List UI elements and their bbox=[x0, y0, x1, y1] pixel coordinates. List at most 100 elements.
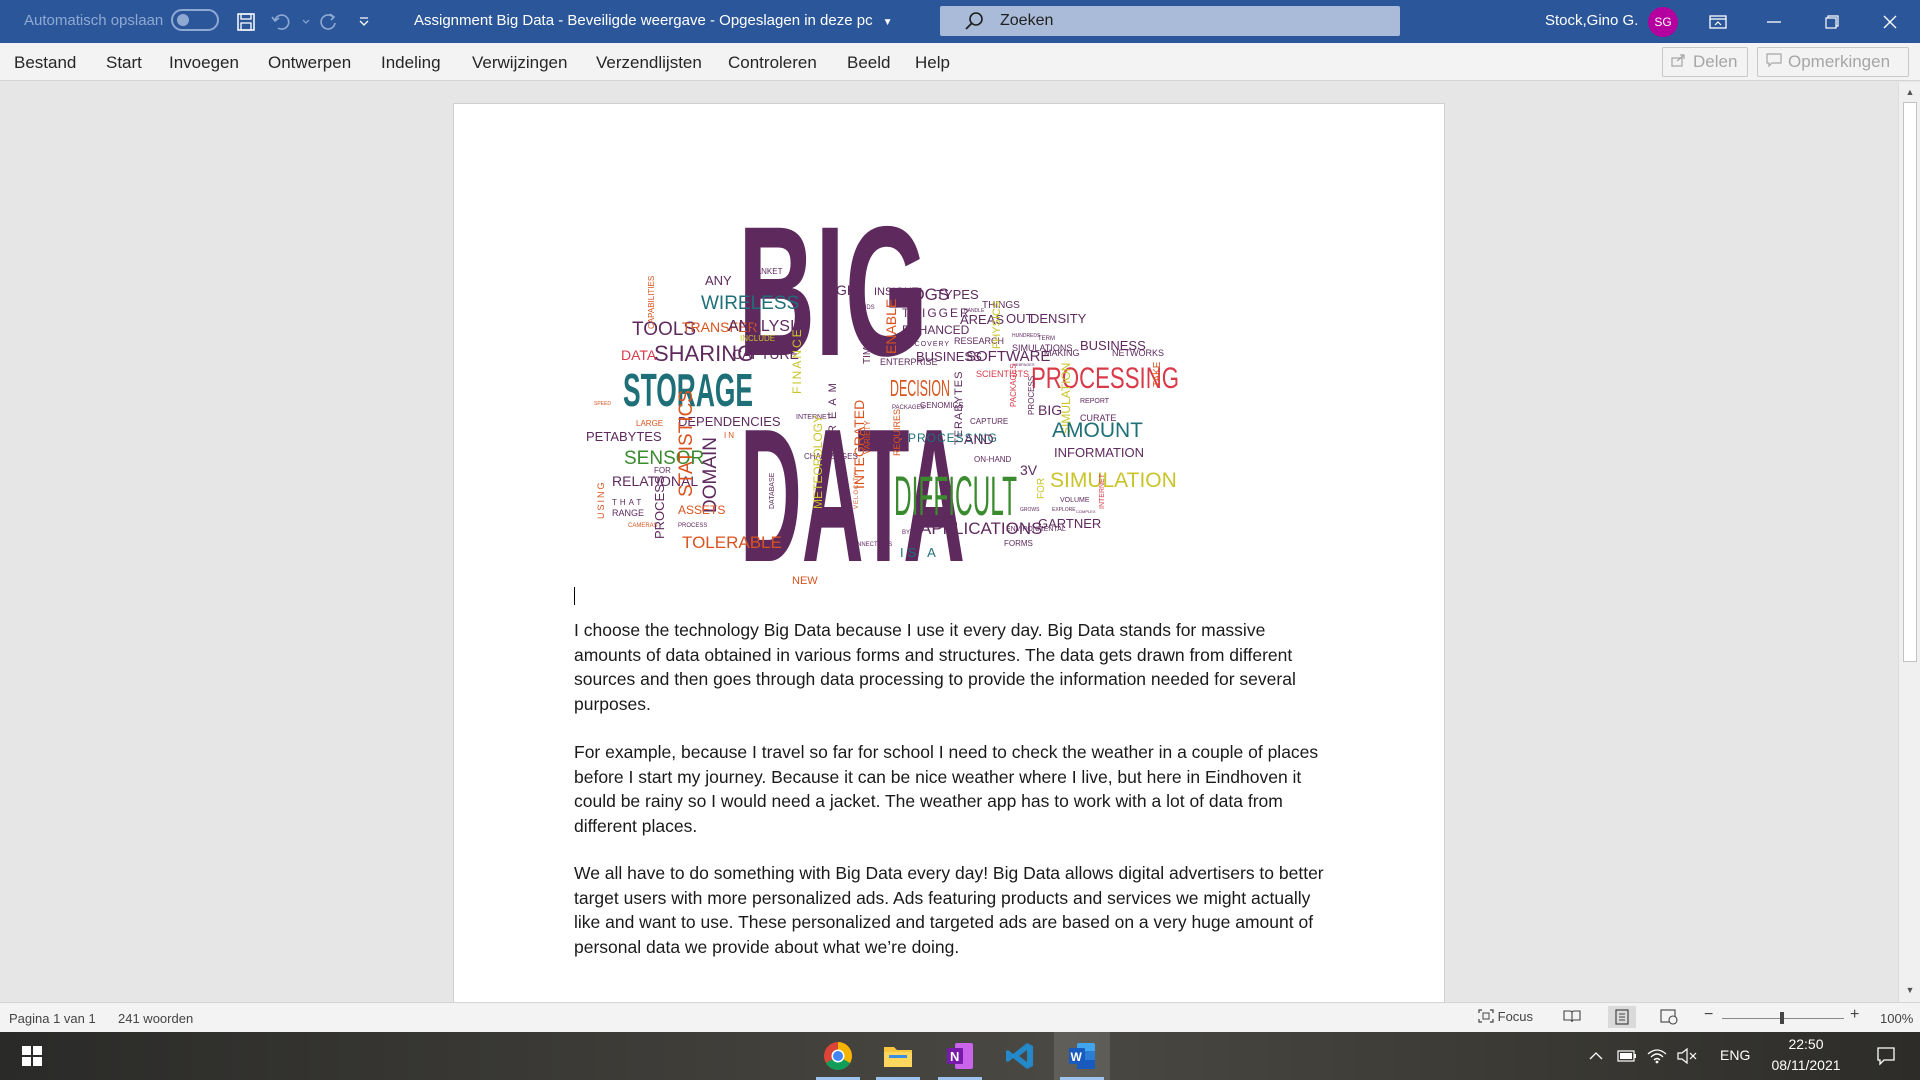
scroll-down-icon[interactable]: ▼ bbox=[1904, 984, 1916, 996]
tab-start[interactable]: Start bbox=[106, 53, 142, 73]
focus-button[interactable]: Focus bbox=[1478, 1009, 1533, 1026]
document-canvas[interactable]: BIG DATA WIRELESS ANY TRENDS BLANKET TOO… bbox=[0, 82, 1898, 1002]
word-enhanced: ENHANCED bbox=[902, 323, 970, 337]
word-gartner: DATABASE bbox=[769, 472, 776, 509]
print-layout-icon[interactable] bbox=[1608, 1006, 1636, 1028]
battery-icon[interactable] bbox=[1612, 1032, 1642, 1080]
language-indicator[interactable]: ENG bbox=[1720, 1047, 1750, 1063]
taskbar-onenote[interactable]: N bbox=[932, 1032, 988, 1080]
tab-ontwerpen[interactable]: Ontwerpen bbox=[268, 53, 351, 73]
tab-help[interactable]: Help bbox=[915, 53, 950, 73]
word-decision: DECISION bbox=[890, 375, 950, 401]
tab-bestand[interactable]: Bestand bbox=[14, 53, 76, 73]
search-box[interactable]: Zoeken bbox=[940, 6, 1400, 36]
scroll-up-icon[interactable]: ▲ bbox=[1904, 86, 1916, 98]
tab-beeld[interactable]: Beeld bbox=[847, 53, 890, 73]
share-button[interactable]: Delen bbox=[1662, 47, 1748, 77]
web-layout-icon[interactable] bbox=[1660, 1009, 1678, 1028]
paragraph-2[interactable]: For example, because I travel so far for… bbox=[574, 740, 1334, 838]
minimize-icon[interactable] bbox=[1760, 8, 1788, 36]
taskbar-chrome[interactable] bbox=[810, 1032, 866, 1080]
word-business-intelligence: PROCESS bbox=[678, 523, 707, 529]
word-high: HIGH bbox=[822, 282, 857, 298]
taskbar-file-explorer[interactable] bbox=[870, 1032, 926, 1080]
page-count[interactable]: Pagina 1 van 1 bbox=[9, 1011, 96, 1026]
onenote-icon: N bbox=[947, 1043, 973, 1069]
start-button[interactable] bbox=[4, 1032, 60, 1080]
clock-time[interactable]: 22:50 bbox=[1766, 1036, 1846, 1052]
word-is-a: ASSETS bbox=[678, 503, 725, 517]
word-new: BYTES bbox=[902, 530, 922, 536]
tab-verzendlijsten[interactable]: Verzendlijsten bbox=[596, 53, 702, 73]
word-complex: METEOROLOGY bbox=[811, 415, 825, 509]
word-variety: AMOUNT bbox=[1052, 419, 1143, 442]
word-for: VARIETY bbox=[863, 420, 872, 454]
word-trends-small: TRENDS bbox=[754, 282, 779, 288]
customize-toolbar-icon[interactable] bbox=[350, 8, 378, 36]
word-data-small: DATA bbox=[621, 347, 657, 363]
user-name[interactable]: Stock,Gino G. bbox=[1545, 12, 1638, 29]
taskbar-word[interactable]: W bbox=[1054, 1032, 1110, 1080]
notifications-icon[interactable] bbox=[1866, 1032, 1906, 1080]
word-capabilities: DISCOVERY bbox=[900, 341, 950, 348]
folder-icon bbox=[884, 1047, 912, 1067]
word-search: TOLERABLE bbox=[682, 533, 782, 552]
word-finance: PROCESS bbox=[1027, 376, 1036, 415]
scrollbar-thumb[interactable] bbox=[1903, 102, 1917, 662]
word-connections: COMPLEX bbox=[1076, 509, 1096, 514]
zoom-level[interactable]: 100% bbox=[1880, 1011, 1913, 1026]
tray-chevron-icon[interactable] bbox=[1582, 1032, 1610, 1080]
wifi-icon[interactable] bbox=[1642, 1032, 1672, 1080]
word-report: REPORT bbox=[1080, 398, 1110, 405]
chrome-icon bbox=[824, 1042, 852, 1070]
word-icon: W bbox=[1069, 1043, 1095, 1069]
zoom-out-icon[interactable]: − bbox=[1704, 1006, 1713, 1024]
word-bytes: THAT bbox=[612, 498, 644, 507]
close-icon[interactable] bbox=[1876, 8, 1904, 36]
vertical-scrollbar[interactable]: ▲ ▼ bbox=[1898, 82, 1920, 1002]
word-trends: TRENDS bbox=[850, 305, 875, 311]
paragraph-3[interactable]: We all have to do something with Big Dat… bbox=[574, 861, 1334, 959]
word-packages: PACKAGES bbox=[1009, 364, 1018, 407]
word-flow: CONNECTIONS bbox=[848, 542, 892, 548]
windows-icon bbox=[22, 1046, 42, 1066]
volume-muted-icon[interactable] bbox=[1672, 1032, 1702, 1080]
status-bar: Pagina 1 van 1 241 woorden Focus − + 100… bbox=[0, 1002, 1920, 1032]
paragraph-1[interactable]: I choose the technology Big Data because… bbox=[574, 618, 1334, 716]
taskbar-vscode[interactable] bbox=[992, 1032, 1048, 1080]
document-page[interactable]: BIG DATA WIRELESS ANY TRENDS BLANKET TOO… bbox=[453, 103, 1445, 1002]
word-meteorology: ON-HAND bbox=[974, 455, 1012, 464]
tab-indeling[interactable]: Indeling bbox=[381, 53, 441, 73]
autosave-toggle[interactable] bbox=[171, 9, 219, 31]
svg-text:N: N bbox=[950, 1049, 959, 1064]
tab-verwijzingen[interactable]: Verwijzingen bbox=[472, 53, 567, 73]
tab-controleren[interactable]: Controleren bbox=[728, 53, 817, 73]
word-cameras: VOLUME bbox=[1060, 497, 1090, 504]
avatar[interactable]: SG bbox=[1648, 7, 1678, 37]
word-density: DENSITY bbox=[1030, 311, 1087, 326]
word-wireless: PHYSICS bbox=[991, 301, 1003, 349]
restore-icon[interactable] bbox=[1818, 8, 1846, 36]
comments-label: Opmerkingen bbox=[1788, 52, 1891, 71]
search-icon bbox=[964, 11, 984, 36]
redo-icon[interactable] bbox=[314, 8, 342, 36]
tab-invoegen[interactable]: Invoegen bbox=[169, 53, 239, 73]
text-cursor bbox=[574, 587, 575, 605]
read-mode-icon[interactable] bbox=[1563, 1009, 1581, 1026]
word-tolerable: EXPLORE bbox=[1052, 507, 1076, 513]
word-challenges: PETABYTES bbox=[586, 429, 662, 444]
zoom-in-icon[interactable]: + bbox=[1850, 1006, 1859, 1024]
ribbon-display-options-icon[interactable] bbox=[1704, 8, 1732, 36]
word-count[interactable]: 241 woorden bbox=[118, 1011, 193, 1026]
comments-button[interactable]: Opmerkingen bbox=[1757, 47, 1909, 77]
share-icon bbox=[1671, 52, 1687, 72]
focus-label: Focus bbox=[1497, 1009, 1534, 1024]
search-placeholder: Zoeken bbox=[1000, 12, 1054, 29]
clock-date[interactable]: 08/11/2021 bbox=[1766, 1057, 1846, 1073]
title-dropdown-icon[interactable]: ▼ bbox=[883, 17, 893, 28]
save-icon[interactable] bbox=[232, 8, 260, 36]
word-process-vertical: STATISTICS bbox=[676, 390, 697, 497]
word-that-right: FOR bbox=[1036, 478, 1047, 499]
word-laney: ENVIRONMENTAL bbox=[1006, 526, 1066, 533]
zoom-slider-thumb[interactable] bbox=[1780, 1012, 1784, 1024]
